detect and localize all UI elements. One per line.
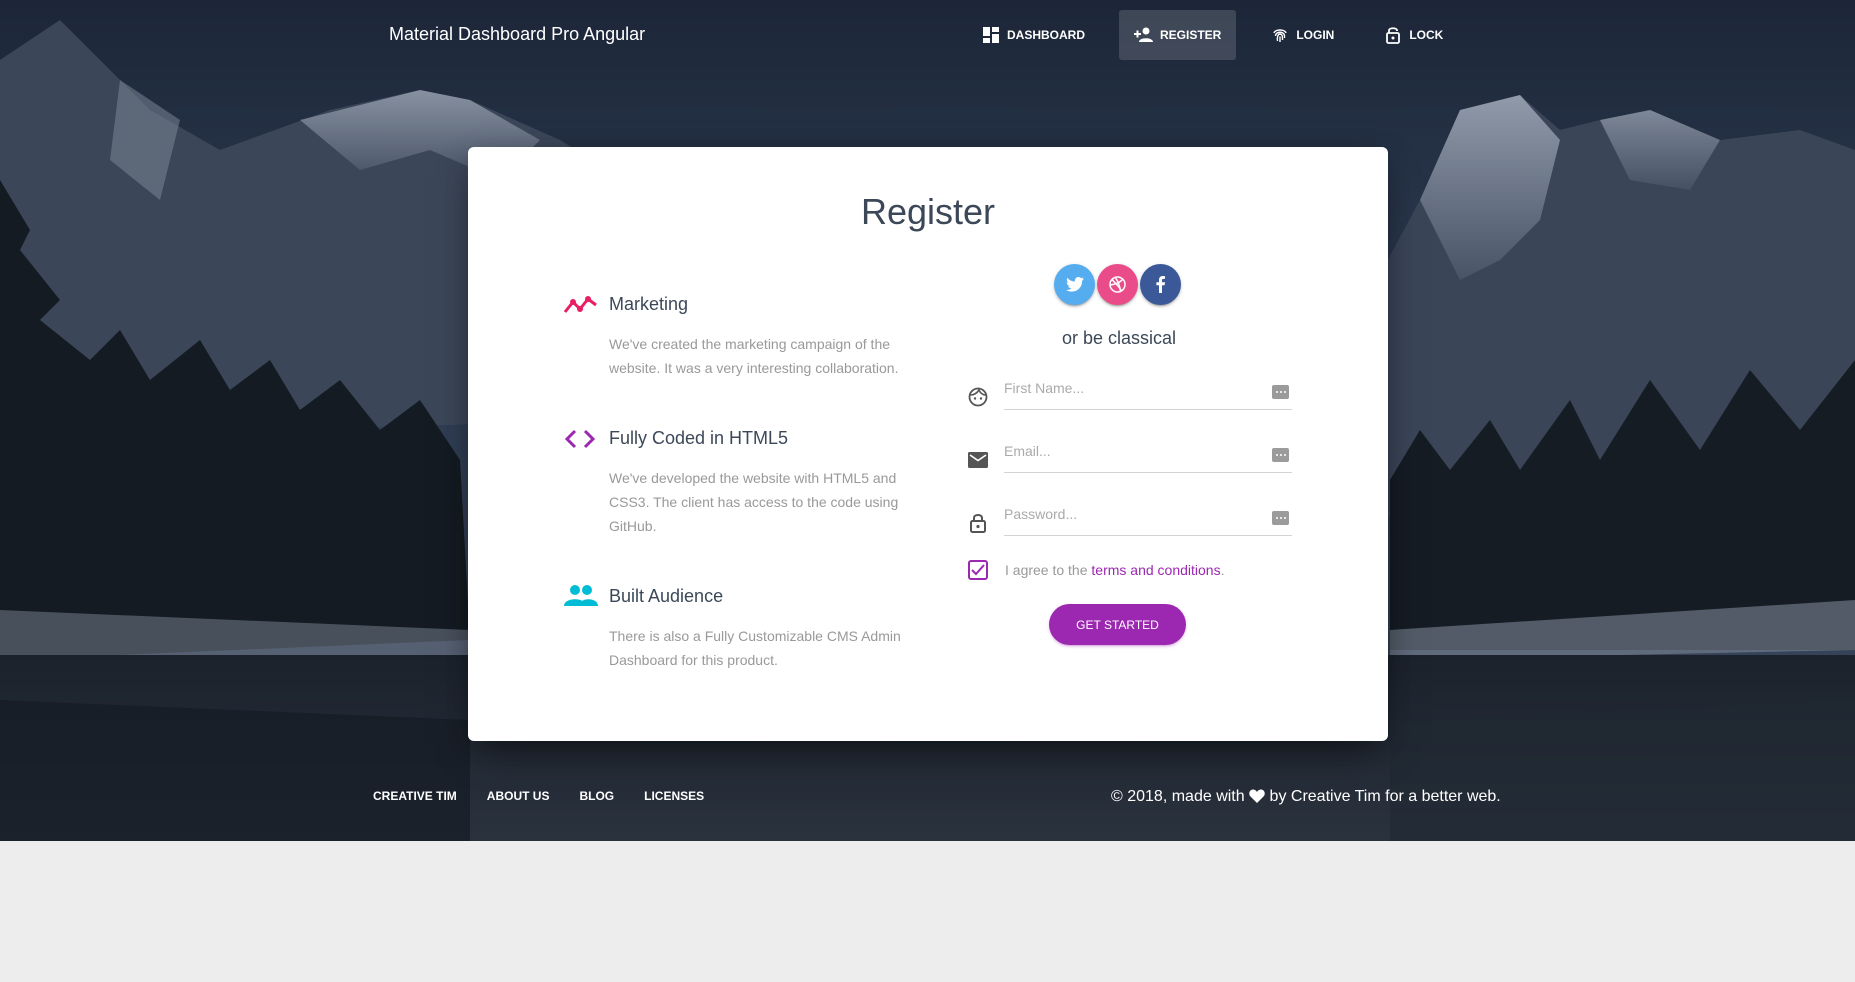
terms-suffix: . xyxy=(1220,562,1225,578)
twitter-icon xyxy=(1065,277,1084,292)
check-icon xyxy=(971,564,985,576)
nav-label-register: Register xyxy=(1160,28,1222,42)
card-title: Register xyxy=(860,191,996,232)
fingerprint-icon xyxy=(1270,25,1290,45)
dribbble-button[interactable] xyxy=(1097,264,1138,305)
social-buttons xyxy=(1054,264,1183,305)
keypad-icon[interactable] xyxy=(1272,448,1289,462)
feature-description: There is also a Fully Customizable CMS A… xyxy=(609,628,901,668)
copyright-suffix: by Creative Tim for a better web. xyxy=(1269,788,1501,805)
keypad-icon[interactable] xyxy=(1272,511,1289,525)
brand-link[interactable]: Material Dashboard Pro Angular xyxy=(389,24,645,45)
feature-title: Marketing xyxy=(609,294,689,314)
nav-label-login: Login xyxy=(1296,28,1335,42)
register-card: Register Marketing We've created the mar… xyxy=(468,147,1388,741)
terms-label: I agree to the terms and conditions. xyxy=(1005,562,1224,578)
heart-icon xyxy=(1249,789,1265,808)
footer-link-about-us[interactable]: About Us xyxy=(487,789,550,803)
terms-link[interactable]: terms and conditions xyxy=(1091,562,1220,578)
copyright-prefix: © 2018, made with xyxy=(1111,788,1245,805)
code-icon xyxy=(563,424,599,454)
feature-description: We've developed the website with HTML5 a… xyxy=(609,470,899,534)
face-icon xyxy=(966,385,990,409)
footer-link-creative-tim[interactable]: Creative Tim xyxy=(373,789,457,803)
classical-label: or be classical xyxy=(1062,328,1177,348)
dashboard-icon xyxy=(981,25,1001,45)
dribbble-icon xyxy=(1109,276,1126,293)
password-field xyxy=(966,493,1292,543)
password-input[interactable] xyxy=(1004,493,1292,536)
hero-background: Material Dashboard Pro Angular Dashboard… xyxy=(0,0,1855,841)
feature-title: Fully Coded in HTML5 xyxy=(609,428,789,448)
twitter-button[interactable] xyxy=(1054,264,1095,305)
group-icon xyxy=(563,582,599,612)
footer-link-licenses[interactable]: Licenses xyxy=(644,789,704,803)
nav-item-login[interactable]: Login xyxy=(1255,10,1349,60)
nav-item-dashboard[interactable]: Dashboard xyxy=(966,10,1100,60)
lock-icon xyxy=(966,511,990,535)
person-add-icon xyxy=(1134,25,1154,45)
first-name-input[interactable] xyxy=(1004,367,1292,410)
footer-nav: Creative Tim About Us Blog Licenses xyxy=(373,789,734,803)
keypad-icon[interactable] xyxy=(1272,385,1289,399)
nav-item-lock[interactable]: Lock xyxy=(1368,10,1458,60)
top-nav: Dashboard Register Login Lock xyxy=(966,10,1477,60)
email-field xyxy=(966,430,1292,480)
nav-label-lock: Lock xyxy=(1409,28,1444,42)
copyright: © 2018, made with by Creative Tim for a … xyxy=(1111,788,1501,808)
first-name-field xyxy=(966,367,1292,417)
facebook-button[interactable] xyxy=(1140,264,1181,305)
email-input[interactable] xyxy=(1004,430,1292,473)
email-icon xyxy=(966,448,990,472)
terms-checkbox[interactable] xyxy=(968,560,988,580)
nav-label-dashboard: Dashboard xyxy=(1007,28,1085,42)
feature-title: Built Audience xyxy=(609,586,724,606)
lock-open-icon xyxy=(1383,25,1403,45)
footer-link-blog[interactable]: Blog xyxy=(579,789,614,803)
facebook-icon xyxy=(1156,276,1165,293)
terms-row: I agree to the terms and conditions. xyxy=(968,558,1224,582)
feature-description: We've created the marketing campaign of … xyxy=(609,336,899,376)
timeline-icon xyxy=(563,290,599,320)
get-started-button[interactable]: Get Started xyxy=(1049,604,1186,645)
nav-item-register[interactable]: Register xyxy=(1119,10,1237,60)
terms-prefix: I agree to the xyxy=(1005,562,1092,578)
